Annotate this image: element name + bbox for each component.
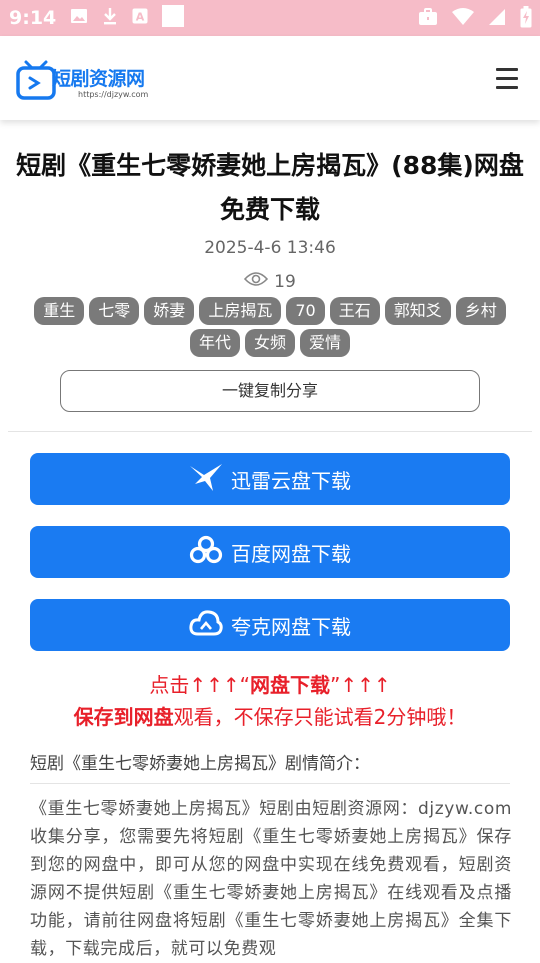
site-logo[interactable]: 短剧资源网 https://djzyw.com xyxy=(16,56,166,106)
notice-text: ”↑↑↑ xyxy=(330,673,391,697)
site-header: 短剧资源网 https://djzyw.com xyxy=(0,36,540,120)
briefcase-icon xyxy=(418,8,438,30)
tag[interactable]: 王石 xyxy=(329,297,380,325)
logo-url: https://djzyw.com xyxy=(78,90,149,99)
tag[interactable]: 年代 xyxy=(189,329,240,357)
tag-list: 重生 七零 娇妻 上房揭瓦 70 王石 郭知爻 乡村 年代 女频 爱情 xyxy=(8,297,532,357)
tag[interactable]: 娇妻 xyxy=(144,297,195,325)
baidu-download-button[interactable]: 百度网盘下载 xyxy=(30,526,510,578)
download-notice-line2: 保存到网盘观看，不保存只能试看2分钟哦！ xyxy=(0,701,540,730)
thunder-bird-icon xyxy=(189,462,223,497)
tag[interactable]: 七零 xyxy=(89,297,140,325)
tag[interactable]: 女频 xyxy=(244,329,295,357)
xunlei-download-button[interactable]: 迅雷云盘下载 xyxy=(30,453,510,505)
view-count-value: 19 xyxy=(274,271,296,292)
logo-text: 短剧资源网 xyxy=(52,68,145,90)
download-notice-line1: 点击↑↑↑“网盘下载”↑↑↑ xyxy=(0,669,540,698)
tag[interactable]: 爱情 xyxy=(300,329,351,357)
quark-download-label: 夸克网盘下载 xyxy=(231,614,351,639)
quark-cloud-icon xyxy=(189,608,223,643)
view-count: 19 xyxy=(0,271,540,292)
tag[interactable]: 上房揭瓦 xyxy=(199,297,282,325)
quark-download-button[interactable]: 夸克网盘下载 xyxy=(30,599,510,651)
copy-share-button[interactable]: 一键复制分享 xyxy=(60,370,480,412)
post-date: 2025-4-6 13:46 xyxy=(204,238,336,258)
xunlei-download-label: 迅雷云盘下载 xyxy=(231,468,351,493)
download-icon xyxy=(102,7,118,29)
divider xyxy=(30,783,510,784)
notice-text: 点击↑↑↑“ xyxy=(149,673,250,697)
tag[interactable]: 郭知爻 xyxy=(384,297,451,325)
hamburger-menu-icon[interactable] xyxy=(496,68,518,89)
notice-bold: 网盘下载 xyxy=(250,673,330,697)
divider xyxy=(8,431,532,432)
synopsis-heading: 短剧《重生七零娇妻她上房揭瓦》剧情简介： xyxy=(30,754,370,774)
status-time: 9:14 xyxy=(9,7,57,29)
tag[interactable]: 70 xyxy=(286,297,325,325)
eye-icon xyxy=(244,271,269,292)
signal-icon xyxy=(488,8,506,30)
page-title: 短剧《重生七零娇妻她上房揭瓦》(88集)网盘免费下载 xyxy=(16,151,524,224)
wifi-icon xyxy=(452,8,474,30)
notice-bold: 保存到网盘 xyxy=(73,705,174,729)
tag[interactable]: 乡村 xyxy=(455,297,506,325)
tag[interactable]: 重生 xyxy=(34,297,85,325)
notice-text: 观看，不保存只能试看2分钟哦！ xyxy=(173,705,467,729)
image-icon xyxy=(70,8,88,28)
square-icon xyxy=(162,5,185,31)
synopsis-text: 《重生七零娇妻她上房揭瓦》短剧由短剧资源网：djzyw.com 收集分享，您需要… xyxy=(30,799,512,959)
tv-logo-icon xyxy=(16,60,56,100)
baidu-download-label: 百度网盘下载 xyxy=(231,541,351,566)
battery-icon xyxy=(520,6,532,32)
svg-text:A: A xyxy=(136,11,145,24)
a-icon: A xyxy=(132,8,148,28)
status-bar: 9:14 A xyxy=(0,0,540,36)
baidu-cloud-icon xyxy=(189,535,223,570)
